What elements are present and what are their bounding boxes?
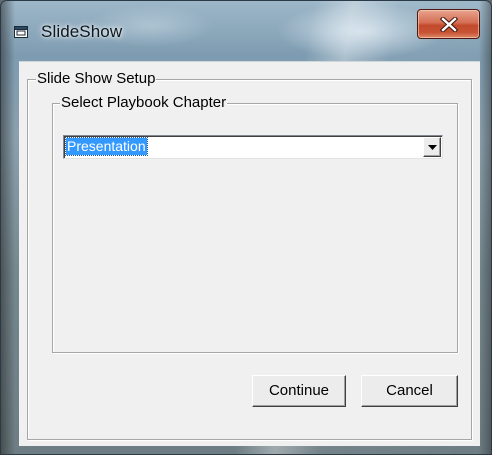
- slideshow-window: SlideShow Slide Show Setup Select Playbo…: [0, 0, 492, 455]
- window-title: SlideShow: [41, 22, 123, 41]
- chapter-select[interactable]: Presentation: [63, 135, 443, 159]
- continue-button[interactable]: Continue: [252, 375, 346, 407]
- chevron-down-icon: [428, 145, 437, 150]
- select-chapter-label: Select Playbook Chapter: [60, 94, 228, 111]
- chapter-dropdown-button[interactable]: [423, 137, 441, 157]
- cancel-button[interactable]: Cancel: [361, 375, 458, 407]
- slide-show-setup-label: Slide Show Setup: [36, 70, 157, 87]
- app-window-icon: [14, 25, 28, 38]
- close-button[interactable]: [417, 9, 480, 39]
- close-icon: [440, 17, 458, 32]
- dialog-client-area: Slide Show Setup Select Playbook Chapter…: [19, 61, 480, 446]
- chapter-select-value: Presentation: [65, 137, 148, 156]
